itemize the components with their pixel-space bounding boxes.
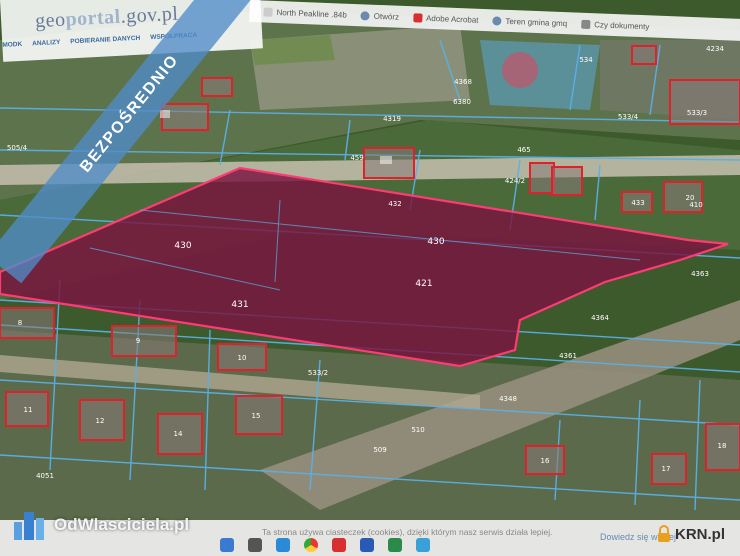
parcel-number-label: 459 xyxy=(350,154,363,162)
mail-icon[interactable] xyxy=(276,538,290,552)
parcel-number-label: 12 xyxy=(96,417,105,425)
menu-item[interactable]: ANALIZY xyxy=(32,39,60,47)
geoportal-logo[interactable]: geoportal.gov.pl xyxy=(35,3,179,33)
parcel-number-label: 8 xyxy=(18,319,22,327)
parcel-number-label: 9 xyxy=(136,337,140,345)
parcel-number-label: 14 xyxy=(174,430,183,438)
parcel-number-label: 431 xyxy=(231,300,248,310)
video-icon[interactable] xyxy=(248,538,262,552)
chrome-icon[interactable] xyxy=(304,538,318,552)
bookmark-item[interactable]: Otwórz xyxy=(360,10,399,21)
parcel-number-label: 4368 xyxy=(454,78,472,86)
excel-icon[interactable] xyxy=(388,538,402,552)
parcel-number-label: 16 xyxy=(541,457,550,465)
parcel-number-label: 465 xyxy=(517,146,530,154)
globe-icon xyxy=(492,15,502,26)
parcel-number-label: 432 xyxy=(388,200,401,208)
parcel-number-label: 4364 xyxy=(591,314,609,322)
parcel-number-label: 4051 xyxy=(36,472,54,480)
parcel-number-label: 4363 xyxy=(691,270,709,278)
parcel-number-label: 533/3 xyxy=(687,109,707,117)
parcel-number-label: 510 xyxy=(411,426,424,434)
photos-icon[interactable] xyxy=(416,538,430,552)
parcel-number-label: 4319 xyxy=(383,115,401,123)
parcel-number-label: 424/2 xyxy=(505,177,525,185)
parcel-number-label: 20 xyxy=(686,194,695,202)
windows-icon[interactable] xyxy=(220,538,234,552)
parcel-number-label: 4361 xyxy=(559,352,577,360)
parcel-number-label: 509 xyxy=(373,446,386,454)
parcel-number-label: 15 xyxy=(252,412,261,420)
bookmark-item[interactable]: Adobe Acrobat xyxy=(412,12,479,24)
parcel-number-label: 11 xyxy=(24,406,33,414)
cadastral-map[interactable]: 430 430 421 431 459 432 424/2 433 410 465 4368 4319… xyxy=(0,0,740,556)
menu-item[interactable]: POBIERANIE DANYCH xyxy=(70,35,140,46)
word-icon[interactable] xyxy=(360,538,374,552)
parcel-number-label: 433 xyxy=(631,199,644,207)
bookmark-item[interactable]: Czy dokumenty xyxy=(581,19,650,31)
document-icon xyxy=(581,19,591,29)
taskbar xyxy=(200,534,520,556)
pdf-icon[interactable] xyxy=(332,538,346,552)
parcel-number-label: 534 xyxy=(579,56,593,64)
watermark-odwlasciciela: OdWlasciciela.pl xyxy=(12,510,189,540)
watermark-krn: KRN.pl xyxy=(656,525,725,543)
parcel-number-label: 6380 xyxy=(453,98,471,106)
parcel-number-label: 17 xyxy=(662,465,671,473)
bookmark-icon xyxy=(263,7,273,17)
parcel-number-label: 4234 xyxy=(706,45,724,53)
bookmark-item[interactable]: North Peakline .84b xyxy=(263,7,347,19)
parcel-number-label: 533/4 xyxy=(618,113,639,121)
globe-icon xyxy=(360,10,370,21)
parcel-number-label: 410 xyxy=(689,201,702,209)
parcel-number-label: 4348 xyxy=(499,395,517,403)
pdf-icon xyxy=(412,12,423,23)
parcel-number-label: 10 xyxy=(238,354,247,362)
parcel-number-label: 430 xyxy=(174,241,191,251)
parcel-number-label: 421 xyxy=(415,279,432,289)
bookmark-item[interactable]: Teren gmina gmq xyxy=(492,15,567,28)
parcel-number-label: 505/4 xyxy=(7,144,28,152)
menu-item[interactable]: MODK xyxy=(2,41,22,49)
screen-photo: 430 430 421 431 459 432 424/2 433 410 465 4368 4319… xyxy=(0,0,740,556)
parcel-number-label: 18 xyxy=(718,442,727,450)
parcel-number-label: 430 xyxy=(427,237,444,247)
buildings-icon xyxy=(14,512,44,540)
parcel-number-label: 533/2 xyxy=(308,369,328,377)
lock-icon xyxy=(658,525,670,542)
